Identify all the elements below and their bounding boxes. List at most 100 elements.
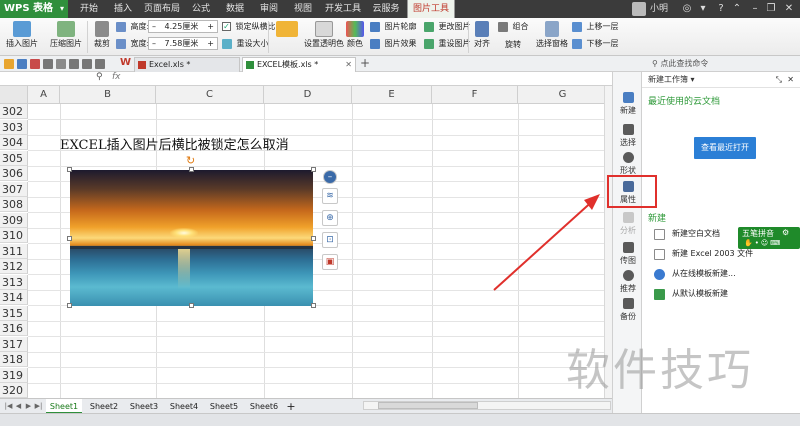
menu-tab-formulas[interactable]: 公式 <box>184 0 218 18</box>
add-sheet-icon[interactable]: + <box>284 399 298 414</box>
chevron-down-icon[interactable]: ▾ <box>696 2 710 16</box>
rotate-button[interactable]: 旋转 <box>496 35 530 50</box>
sidebar-item-recommend[interactable]: 推荐 <box>615 270 641 294</box>
horizontal-scrollbar-thumb[interactable] <box>378 402 478 409</box>
sunset-picture[interactable] <box>70 170 313 306</box>
column-header-f[interactable]: F <box>432 86 518 104</box>
ime-toolbar[interactable]: 五笔拼音 ⚙ ✋•☺⌨ <box>738 227 800 249</box>
row-header[interactable]: 318 <box>0 352 28 367</box>
bring-forward-button[interactable]: 上移一层 <box>572 20 619 34</box>
resize-handle-se[interactable] <box>311 303 316 308</box>
sidebar-item-backup[interactable]: 备份 <box>615 298 641 322</box>
save-icon[interactable] <box>17 59 27 69</box>
ime-tools-icon[interactable]: ✋•☺⌨ <box>744 239 782 247</box>
menu-tab-review[interactable]: 审阅 <box>252 0 286 18</box>
row-header[interactable]: 307 <box>0 182 28 197</box>
sheet-tab-1[interactable]: Sheet1 <box>46 399 82 414</box>
column-header-a[interactable]: A <box>28 86 60 104</box>
compress-picture-button[interactable]: 压缩图片 <box>48 19 84 49</box>
sidebar-item-analyze[interactable]: 分析 <box>615 212 641 236</box>
brightness-button[interactable] <box>272 19 302 38</box>
sheet-tab-2[interactable]: Sheet2 <box>86 399 122 414</box>
more-icon[interactable] <box>95 59 105 69</box>
picture-edit-icon[interactable]: ▣ <box>322 254 338 270</box>
column-header-g[interactable]: G <box>518 86 608 104</box>
row-header[interactable]: 303 <box>0 120 28 135</box>
wps-app-menu[interactable]: WPS 表格 ▾ <box>0 0 68 18</box>
menu-tab-data[interactable]: 数据 <box>218 0 252 18</box>
task-pane-title[interactable]: 新建工作簿 <box>648 75 688 84</box>
height-input[interactable]: – 4.25厘米 + <box>148 20 218 33</box>
menu-tab-picture-tools[interactable]: 图片工具 <box>407 0 455 18</box>
skin-icon[interactable]: ◎ <box>680 2 694 16</box>
column-header-d[interactable]: D <box>264 86 352 104</box>
sheet-tab-4[interactable]: Sheet4 <box>166 399 202 414</box>
pin-icon[interactable]: ⤡ <box>776 72 782 88</box>
selection-pane-button[interactable]: 选择窗格 <box>536 19 568 49</box>
menu-tab-insert[interactable]: 插入 <box>106 0 140 18</box>
close-icon[interactable]: ✕ <box>345 58 352 72</box>
cell-b304-text[interactable]: EXCEL插入图片后横比被锁定怎么取消 <box>60 134 289 153</box>
taskpane-search[interactable]: ⚲ 点此查找命令 <box>652 58 708 69</box>
row-header[interactable]: 317 <box>0 337 28 352</box>
row-header[interactable]: 319 <box>0 368 28 383</box>
picture-outline-button[interactable]: 图片轮廓 <box>370 20 417 34</box>
wps-docs-icon[interactable]: W <box>120 57 131 68</box>
resize-handle-e[interactable] <box>311 236 316 241</box>
crop-icon[interactable]: ⊡ <box>322 232 338 248</box>
zoom-in-icon[interactable]: ⊕ <box>322 210 338 226</box>
row-header[interactable]: 310 <box>0 228 28 243</box>
row-header[interactable]: 311 <box>0 244 28 259</box>
crop-button[interactable]: 裁剪 <box>90 19 114 49</box>
resize-handle-nw[interactable] <box>67 167 72 172</box>
row-header[interactable]: 304 <box>0 135 28 150</box>
column-header-e[interactable]: E <box>352 86 432 104</box>
menu-tab-home[interactable]: 开始 <box>72 0 106 18</box>
help-icon[interactable]: ? <box>714 2 728 16</box>
fx-icon[interactable]: fx <box>112 72 121 82</box>
sheet-tab-5[interactable]: Sheet5 <box>206 399 242 414</box>
ime-settings-icon[interactable]: ⚙ <box>782 228 789 237</box>
resize-handle-n[interactable] <box>189 167 194 172</box>
print-icon[interactable] <box>43 59 53 69</box>
row-header[interactable]: 320 <box>0 383 28 398</box>
pdf-icon[interactable] <box>30 59 40 69</box>
row-header[interactable]: 316 <box>0 321 28 336</box>
resize-handle-w[interactable] <box>67 236 72 241</box>
user-name[interactable]: 小明 <box>650 0 668 18</box>
chevron-down-icon[interactable]: ▾ <box>691 75 695 84</box>
picture-effect-button[interactable]: 图片效果 <box>370 37 417 51</box>
column-header-b[interactable]: B <box>60 86 156 104</box>
send-backward-button[interactable]: 下移一层 <box>572 37 619 51</box>
plus-icon[interactable]: + <box>207 21 214 32</box>
close-icon[interactable]: ✕ <box>787 72 794 88</box>
minus-icon[interactable]: – <box>152 39 156 48</box>
prev-sheet-icon[interactable]: ◀ <box>14 401 23 411</box>
row-header[interactable]: 306 <box>0 166 28 181</box>
color-button[interactable]: 颜色 <box>344 19 366 49</box>
close-icon[interactable]: ✕ <box>782 2 796 16</box>
collapse-icon[interactable]: – <box>323 170 337 184</box>
last-sheet-icon[interactable]: ▶| <box>34 401 43 411</box>
menu-tab-cloud[interactable]: 云服务 <box>366 0 406 18</box>
open-recent-button[interactable]: 查看最近打开 <box>694 137 756 159</box>
minimize-icon[interactable]: – <box>748 2 762 16</box>
plus-icon[interactable]: + <box>207 38 214 49</box>
width-input[interactable]: – 7.58厘米 + <box>148 37 218 50</box>
reset-picture-button[interactable]: 重设图片 <box>424 37 471 51</box>
menu-tab-view[interactable]: 视图 <box>286 0 320 18</box>
zoom-icon[interactable]: ⚲ <box>96 72 103 82</box>
row-header[interactable]: 313 <box>0 275 28 290</box>
first-sheet-icon[interactable]: |◀ <box>4 401 13 411</box>
row-header[interactable]: 315 <box>0 306 28 321</box>
row-header[interactable]: 305 <box>0 151 28 166</box>
restore-icon[interactable]: ❐ <box>764 2 778 16</box>
group-button[interactable]: 组合 <box>498 20 529 34</box>
resize-handle-sw[interactable] <box>67 303 72 308</box>
doc-tab-excel[interactable]: Excel.xls * <box>134 57 240 72</box>
next-sheet-icon[interactable]: ▶ <box>24 401 33 411</box>
row-header[interactable]: 314 <box>0 290 28 305</box>
avatar[interactable] <box>632 2 646 16</box>
sidebar-item-shape[interactable]: 形状 <box>615 152 641 176</box>
sheet-tab-6[interactable]: Sheet6 <box>246 399 282 414</box>
